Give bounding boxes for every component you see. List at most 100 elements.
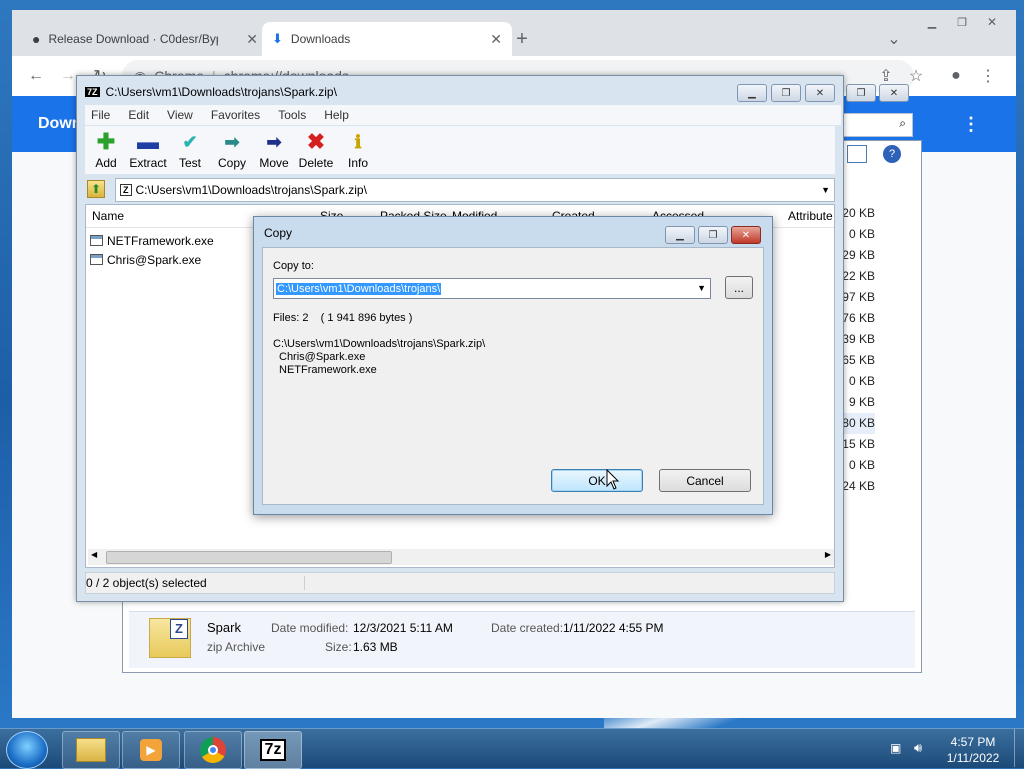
- profile-icon[interactable]: ●: [944, 64, 968, 88]
- move-button[interactable]: ➡ Move: [253, 126, 295, 174]
- new-tab-icon[interactable]: +: [510, 27, 534, 51]
- volume-icon[interactable]: 🔊︎: [914, 740, 922, 756]
- preview-pane-icon[interactable]: [847, 145, 867, 163]
- exe-file-icon: [90, 235, 103, 246]
- move-arrow-icon: ➡: [266, 131, 282, 152]
- test-label: Test: [178, 156, 201, 170]
- zip-file-icon: Z: [149, 618, 191, 658]
- back-icon[interactable]: ←: [24, 64, 48, 88]
- archive-icon: Z: [120, 184, 132, 196]
- dialog-minimize-icon[interactable]: ▁: [665, 226, 695, 244]
- github-icon: ●: [32, 31, 41, 47]
- menu-file[interactable]: File: [91, 108, 110, 122]
- minimize-icon[interactable]: ▁: [920, 10, 944, 34]
- close-icon[interactable]: ✕: [805, 84, 835, 102]
- files-summary: Files: 2 ( 1 941 896 bytes ): [273, 312, 413, 324]
- taskbar: ▶ 7z ▣ 🔊︎ 4:57 PM 1/11/2022: [0, 728, 1024, 769]
- system-clock[interactable]: 4:57 PM 1/11/2022: [940, 734, 1006, 766]
- plus-icon: ✚: [96, 129, 116, 154]
- add-button[interactable]: ✚ Add: [85, 126, 127, 174]
- cancel-button[interactable]: Cancel: [659, 469, 751, 492]
- browse-button[interactable]: ...: [725, 276, 753, 299]
- destination-value: C:\Users\vm1\Downloads\trojans\: [276, 282, 442, 295]
- info-label: Info: [347, 156, 368, 170]
- details-size-value: 1.63 MB: [353, 640, 398, 654]
- explorer-icon: [76, 738, 106, 762]
- horizontal-scrollbar[interactable]: ◀ ▶: [88, 549, 834, 565]
- sevenzip-titlebar[interactable]: 7Z C:\Users\vm1\Downloads\trojans\Spark.…: [77, 76, 843, 108]
- list-item[interactable]: NETFramework.exe: [90, 231, 214, 250]
- address-value: C:\Users\vm1\Downloads\trojans\Spark.zip…: [135, 183, 367, 197]
- destination-combo[interactable]: C:\Users\vm1\Downloads\trojans\ ▼: [273, 278, 711, 299]
- status-bar: 0 / 2 object(s) selected: [85, 572, 835, 594]
- close-tab-icon[interactable]: ✕: [246, 31, 258, 48]
- list-item[interactable]: Chris@Spark.exe: [90, 250, 201, 269]
- menu-favorites[interactable]: Favorites: [211, 108, 260, 122]
- explorer-close-icon[interactable]: ✕: [879, 84, 909, 102]
- delete-x-icon: ✖: [306, 129, 326, 154]
- dialog-body: Copy to: C:\Users\vm1\Downloads\trojans\…: [262, 247, 764, 505]
- menu-edit[interactable]: Edit: [128, 108, 149, 122]
- chrome-taskbar-button[interactable]: [184, 731, 242, 769]
- sevenzip-menubar: File Edit View Favorites Tools Help: [85, 105, 841, 125]
- menu-view[interactable]: View: [167, 108, 193, 122]
- extract-label: Extract: [129, 156, 167, 170]
- dialog-restore-icon[interactable]: ❐: [698, 226, 728, 244]
- dialog-title: Copy: [264, 226, 293, 240]
- source-item: NETFramework.exe: [279, 364, 377, 376]
- tab-label: Release Download · C0desr/Bypa: [48, 32, 219, 46]
- ok-button[interactable]: OK: [551, 469, 643, 492]
- delete-button[interactable]: ✖ Delete: [295, 126, 337, 174]
- chrome-icon: [200, 737, 226, 763]
- explorer-restore-icon[interactable]: ❐: [846, 84, 876, 102]
- tab-release-download[interactable]: ● Release Download · C0desr/Bypa ✕: [22, 22, 268, 56]
- info-icon: ℹ: [354, 131, 362, 152]
- copy-label: Copy: [217, 156, 246, 170]
- 7zip-taskbar-button[interactable]: 7z: [244, 731, 302, 769]
- chrome-menu-icon[interactable]: ⋮: [976, 64, 1000, 88]
- source-path: C:\Users\vm1\Downloads\trojans\Spark.zip…: [273, 338, 486, 350]
- column-name[interactable]: Name: [92, 209, 124, 223]
- menu-tools[interactable]: Tools: [278, 108, 306, 122]
- column-attribute[interactable]: Attribute: [788, 209, 833, 223]
- menu-help[interactable]: Help: [324, 108, 349, 122]
- explorer-taskbar-button[interactable]: [62, 731, 120, 769]
- minus-icon: ▬: [137, 129, 159, 154]
- details-name: Spark: [207, 620, 241, 635]
- close-tab-icon[interactable]: ✕: [490, 31, 502, 48]
- restore-icon[interactable]: ❐: [950, 10, 974, 34]
- copy-dialog: Copy ▁ ❐ ✕ Copy to: C:\Users\vm1\Downloa…: [253, 216, 773, 515]
- 7zip-app-icon: 7Z: [85, 87, 100, 97]
- network-icon[interactable]: ▣: [890, 741, 901, 755]
- tab-search-chevron-icon[interactable]: ⌄: [882, 27, 906, 51]
- up-folder-icon[interactable]: ⬆: [87, 180, 105, 198]
- extract-button[interactable]: ▬ Extract: [127, 126, 169, 174]
- scroll-right-icon[interactable]: ▶: [825, 550, 831, 559]
- scroll-left-icon[interactable]: ◀: [91, 550, 97, 559]
- download-icon: ⬇: [272, 31, 283, 46]
- address-dropdown-icon[interactable]: ▼: [821, 185, 830, 195]
- start-button[interactable]: [6, 731, 48, 769]
- restore-icon[interactable]: ❐: [771, 84, 801, 102]
- tab-downloads[interactable]: ⬇ Downloads ✕: [262, 22, 512, 56]
- test-button[interactable]: ✔ Test: [169, 126, 211, 174]
- scrollbar-thumb[interactable]: [106, 551, 392, 564]
- show-desktop-button[interactable]: [1014, 729, 1024, 767]
- copy-arrow-icon: ➡: [224, 131, 240, 152]
- dropdown-arrow-icon[interactable]: ▼: [697, 283, 706, 293]
- media-player-taskbar-button[interactable]: ▶: [122, 731, 180, 769]
- details-created-label: Date created:: [491, 621, 564, 635]
- address-bar[interactable]: Z C:\Users\vm1\Downloads\trojans\Spark.z…: [115, 178, 835, 202]
- minimize-icon[interactable]: ▁: [737, 84, 767, 102]
- details-size-label: Size:: [325, 640, 352, 654]
- info-button[interactable]: ℹ Info: [337, 126, 379, 174]
- help-icon[interactable]: ?: [883, 145, 901, 163]
- close-window-icon[interactable]: ✕: [980, 10, 1004, 34]
- clock-time: 4:57 PM: [950, 735, 996, 749]
- delete-label: Delete: [298, 156, 334, 170]
- copy-button[interactable]: ➡ Copy: [211, 126, 253, 174]
- dialog-close-icon[interactable]: ✕: [731, 226, 761, 244]
- explorer-details-pane: Z Spark zip Archive Date modified: 12/3/…: [129, 611, 915, 668]
- downloads-menu-icon[interactable]: ⋮: [962, 114, 980, 135]
- details-type: zip Archive: [207, 640, 266, 654]
